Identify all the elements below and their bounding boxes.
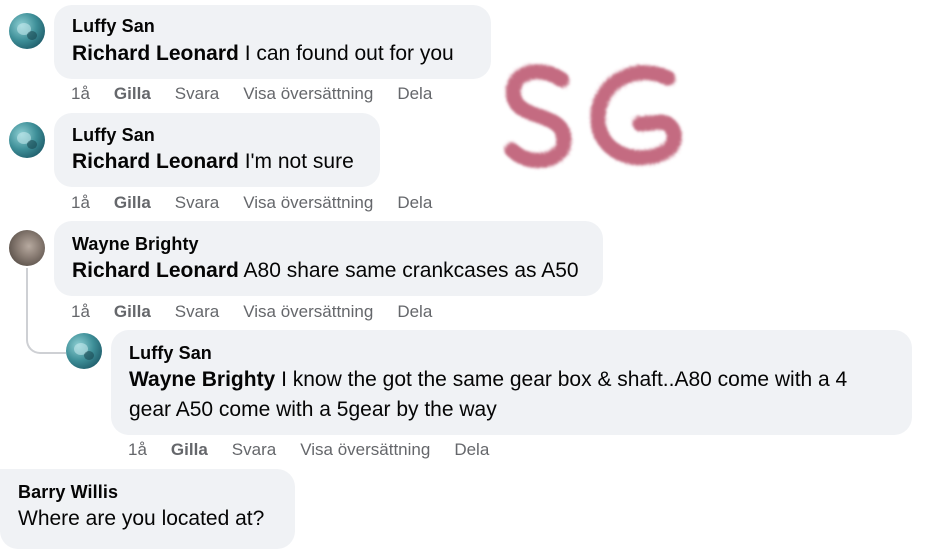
comment-text: Wayne Brighty I know the got the same ge… xyxy=(129,368,848,391)
like-button[interactable]: Gilla xyxy=(171,440,208,460)
avatar[interactable] xyxy=(66,333,102,369)
comment-text: Richard Leonard A80 share same crankcase… xyxy=(72,259,579,282)
timestamp[interactable]: 1å xyxy=(71,193,90,213)
comment-author[interactable]: Luffy San xyxy=(129,343,212,364)
translate-button[interactable]: Visa översättning xyxy=(243,193,373,213)
reply-button[interactable]: Svara xyxy=(232,440,276,460)
mention-link[interactable]: Richard Leonard xyxy=(72,42,239,65)
timestamp[interactable]: 1å xyxy=(128,440,147,460)
comment-text: Where are you located at? xyxy=(18,507,265,530)
comment-text: Richard Leonard I can found out for you xyxy=(72,42,454,65)
translate-button[interactable]: Visa översättning xyxy=(300,440,430,460)
like-button[interactable]: Gilla xyxy=(114,302,151,322)
avatar[interactable] xyxy=(9,122,45,158)
mention-link[interactable]: Wayne Brighty xyxy=(129,368,275,391)
comment-actions: 1å Gilla Svara Visa översättning Dela xyxy=(71,193,456,213)
comment-author[interactable]: Wayne Brighty xyxy=(72,234,199,255)
timestamp[interactable]: 1å xyxy=(71,302,90,322)
sg-watermark xyxy=(504,64,682,168)
like-button[interactable]: Gilla xyxy=(114,193,151,213)
reply-button[interactable]: Svara xyxy=(175,84,219,104)
comment-author[interactable]: Luffy San xyxy=(72,125,155,146)
comment-actions: 1å Gilla Svara Visa översättning Dela xyxy=(71,302,456,322)
reply-button[interactable]: Svara xyxy=(175,302,219,322)
comment-author[interactable]: Luffy San xyxy=(72,16,155,37)
timestamp[interactable]: 1å xyxy=(71,84,90,104)
comment-text: Richard Leonard I'm not sure xyxy=(72,150,354,173)
comment-author[interactable]: Barry Willis xyxy=(18,482,118,503)
reply-button[interactable]: Svara xyxy=(175,193,219,213)
avatar[interactable] xyxy=(9,230,45,266)
comment-text-line2: gear A50 come with a 5gear by the way xyxy=(129,398,497,421)
share-button[interactable]: Dela xyxy=(397,193,432,213)
translate-button[interactable]: Visa översättning xyxy=(243,84,373,104)
avatar[interactable] xyxy=(9,13,45,49)
comment-actions: 1å Gilla Svara Visa översättning Dela xyxy=(128,440,513,460)
share-button[interactable]: Dela xyxy=(454,440,489,460)
like-button[interactable]: Gilla xyxy=(114,84,151,104)
translate-button[interactable]: Visa översättning xyxy=(243,302,373,322)
mention-link[interactable]: Richard Leonard xyxy=(72,150,239,173)
comment-actions: 1å Gilla Svara Visa översättning Dela xyxy=(71,84,456,104)
share-button[interactable]: Dela xyxy=(397,84,432,104)
share-button[interactable]: Dela xyxy=(397,302,432,322)
mention-link[interactable]: Richard Leonard xyxy=(72,259,239,282)
